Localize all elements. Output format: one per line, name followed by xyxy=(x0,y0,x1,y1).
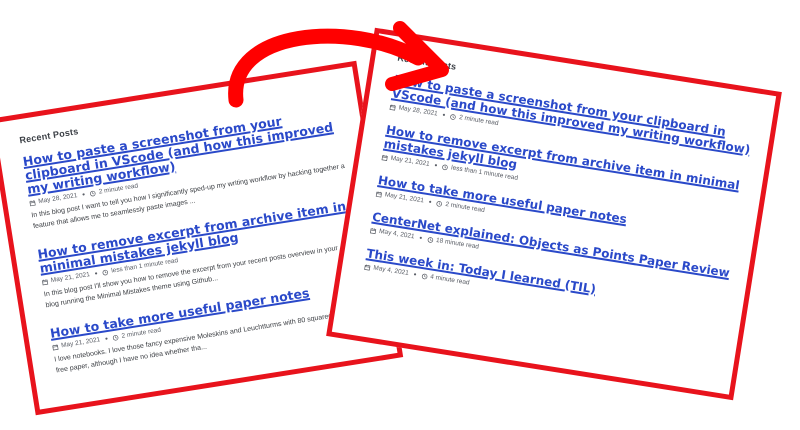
calendar-icon xyxy=(41,278,49,285)
meta-separator: • xyxy=(93,268,99,278)
clock-icon xyxy=(427,236,433,243)
post-date: May 4, 2021 xyxy=(378,227,416,241)
clock-icon xyxy=(421,273,428,279)
post-date: May 4, 2021 xyxy=(372,264,410,277)
calendar-icon xyxy=(381,154,388,161)
meta-separator: • xyxy=(441,109,447,120)
meta-separator: • xyxy=(433,160,439,170)
meta-separator: • xyxy=(428,196,433,207)
recent-posts-panel-after: Recent Posts How to paste a screenshot f… xyxy=(326,27,782,401)
clock-icon xyxy=(450,113,456,120)
comparison-image: Recent Posts How to paste a screenshot f… xyxy=(0,0,800,430)
calendar-icon xyxy=(29,199,36,206)
calendar-icon xyxy=(389,104,396,111)
calendar-icon xyxy=(364,264,371,271)
calendar-icon xyxy=(52,343,59,351)
meta-separator: • xyxy=(104,333,109,343)
clock-icon xyxy=(90,190,96,196)
calendar-icon xyxy=(375,190,383,198)
calendar-icon xyxy=(370,227,377,234)
meta-separator: • xyxy=(412,269,418,279)
clock-icon xyxy=(112,334,119,341)
meta-separator: • xyxy=(81,189,86,199)
clock-icon xyxy=(442,164,448,170)
meta-separator: • xyxy=(418,232,423,243)
clock-icon xyxy=(102,269,109,275)
clock-icon xyxy=(436,200,443,207)
